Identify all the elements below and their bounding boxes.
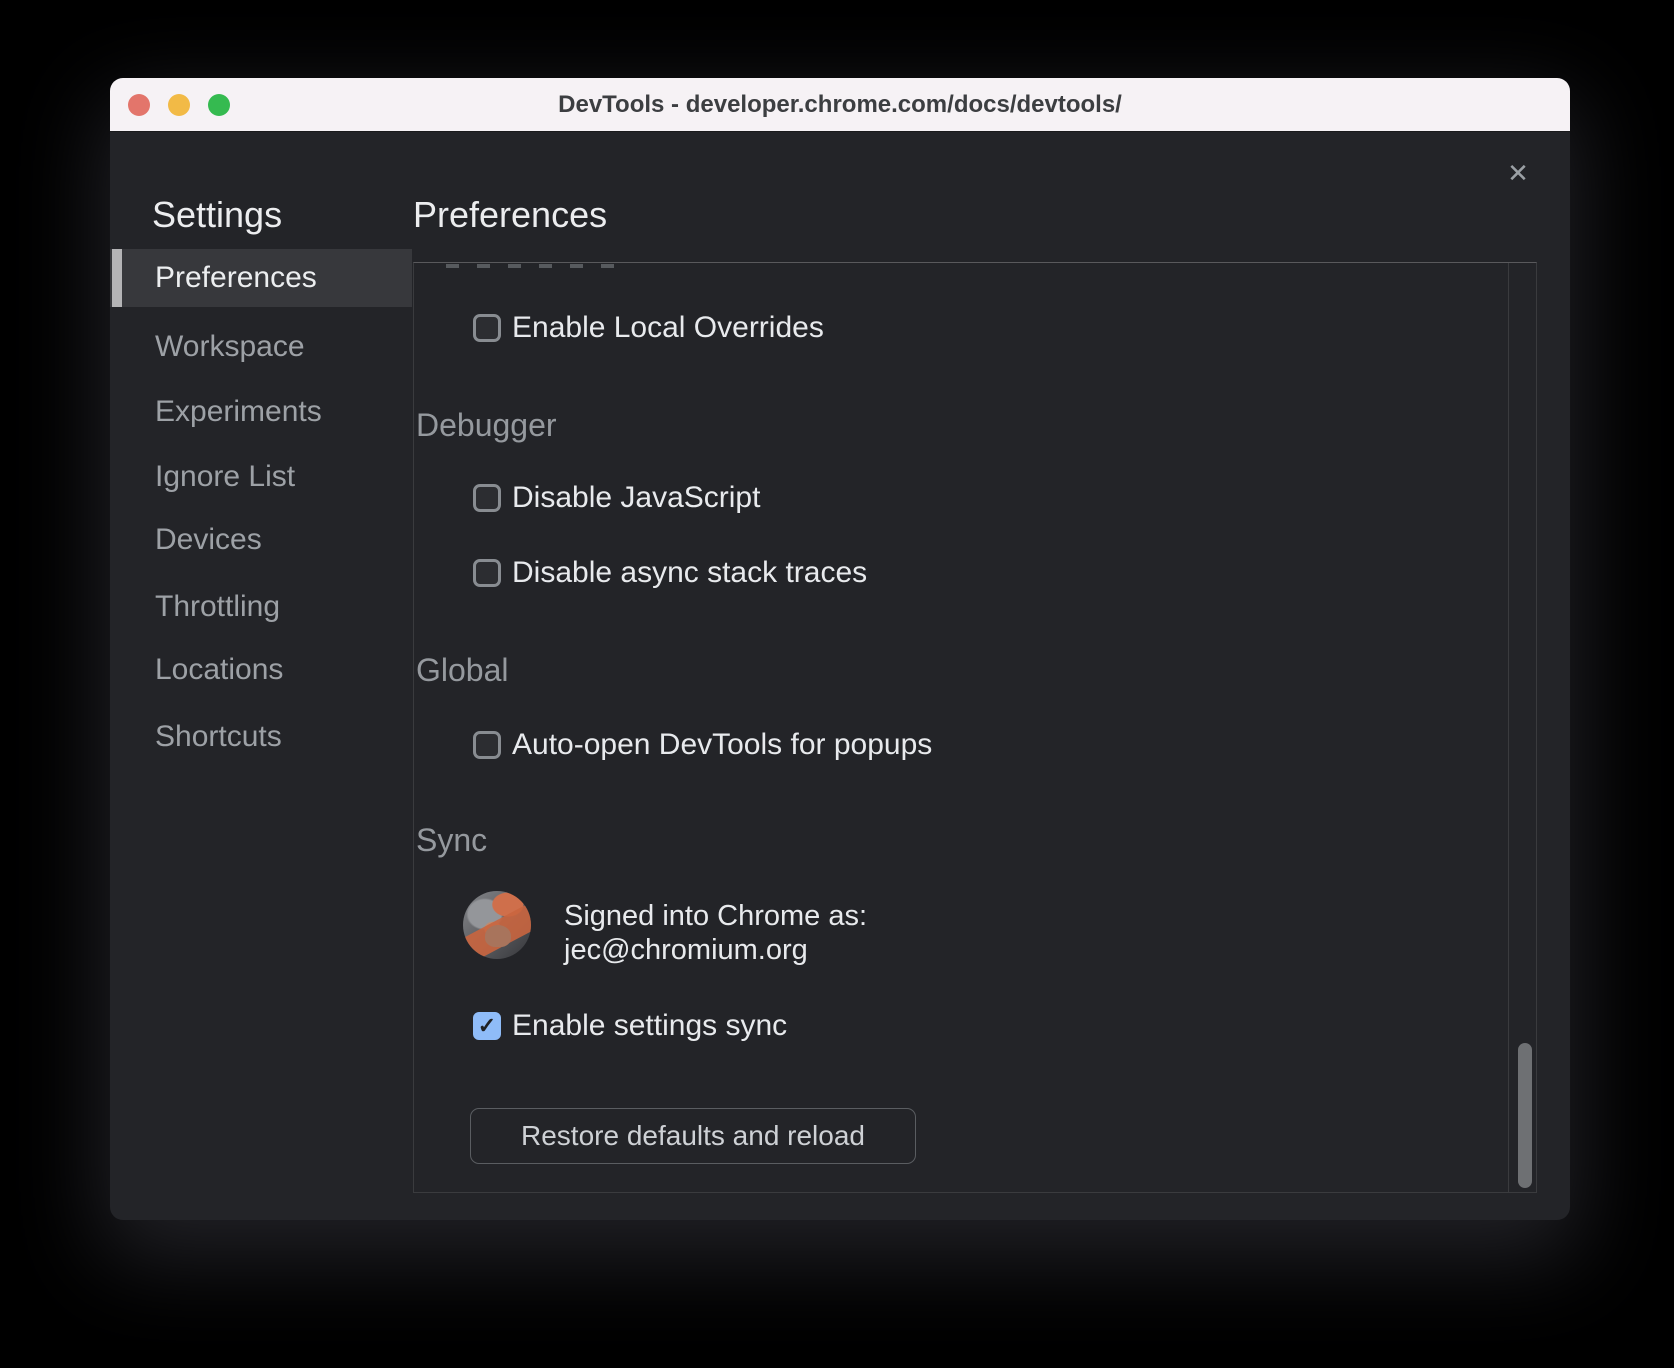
sidebar-item-ignore-list[interactable]: Ignore List — [110, 448, 412, 506]
checkbox-disable-async-stack-traces[interactable]: ✓ — [473, 559, 501, 587]
setting-row-enable-settings-sync[interactable]: ✓ Enable settings sync — [473, 1011, 787, 1041]
checkbox-auto-open-devtools[interactable]: ✓ — [473, 731, 501, 759]
minimize-traffic-light-icon[interactable] — [168, 94, 190, 116]
sidebar-item-preferences[interactable]: Preferences — [110, 249, 412, 307]
account-email: jec@chromium.org — [564, 933, 867, 967]
section-heading-global: Global — [416, 651, 509, 689]
restore-defaults-button[interactable]: Restore defaults and reload — [470, 1108, 916, 1164]
account-avatar — [463, 891, 531, 959]
section-heading-debugger: Debugger — [416, 406, 557, 444]
sidebar-item-experiments[interactable]: Experiments — [110, 383, 412, 441]
devtools-settings-window: DevTools - developer.chrome.com/docs/dev… — [110, 78, 1570, 1220]
clipped-scrolled-row — [446, 264, 614, 268]
traffic-lights — [128, 78, 230, 131]
sidebar-item-workspace[interactable]: Workspace — [110, 318, 412, 376]
checkbox-enable-local-overrides[interactable]: ✓ — [473, 314, 501, 342]
sidebar-item-locations[interactable]: Locations — [110, 641, 412, 699]
window-titlebar[interactable]: DevTools - developer.chrome.com/docs/dev… — [110, 78, 1570, 132]
close-icon[interactable]: ✕ — [1502, 158, 1534, 188]
zoom-traffic-light-icon[interactable] — [208, 94, 230, 116]
selected-tab-accent-bar — [112, 249, 122, 307]
setting-row-auto-open-devtools[interactable]: ✓ Auto-open DevTools for popups — [473, 730, 932, 760]
sidebar-item-devices[interactable]: Devices — [110, 511, 412, 569]
checkbox-enable-settings-sync[interactable]: ✓ — [473, 1012, 501, 1040]
page-title: Preferences — [413, 192, 607, 238]
preferences-pane: ✓ Enable Local Overrides Debugger ✓ Disa… — [413, 262, 1537, 1193]
setting-row-enable-local-overrides[interactable]: ✓ Enable Local Overrides — [473, 313, 824, 343]
setting-row-disable-javascript[interactable]: ✓ Disable JavaScript — [473, 483, 760, 513]
section-heading-sync: Sync — [416, 821, 487, 859]
checkbox-disable-javascript[interactable]: ✓ — [473, 484, 501, 512]
scrollbar-thumb[interactable] — [1518, 1043, 1532, 1188]
sidebar-item-shortcuts[interactable]: Shortcuts — [110, 708, 412, 766]
signed-in-text: Signed into Chrome as: — [564, 899, 867, 933]
account-info: Signed into Chrome as: jec@chromium.org — [564, 899, 867, 967]
settings-heading: Settings — [152, 192, 282, 238]
sidebar-item-throttling[interactable]: Throttling — [110, 578, 412, 636]
window-title: DevTools - developer.chrome.com/docs/dev… — [558, 91, 1122, 119]
screen-background: DevTools - developer.chrome.com/docs/dev… — [0, 0, 1674, 1368]
close-traffic-light-icon[interactable] — [128, 94, 150, 116]
checkmark-icon: ✓ — [478, 1015, 496, 1037]
setting-row-disable-async-stack-traces[interactable]: ✓ Disable async stack traces — [473, 558, 867, 588]
